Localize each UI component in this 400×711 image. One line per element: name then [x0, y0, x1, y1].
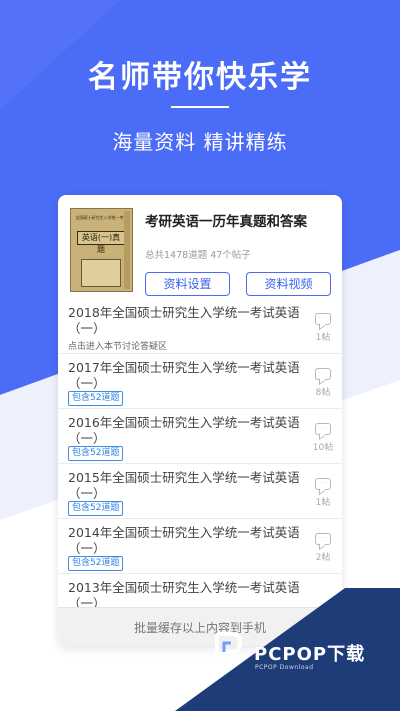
material-settings-button[interactable]: 资料设置 [145, 272, 230, 296]
list-item[interactable]: 2015年全国硕士研究生入学统一考试英语（一） 包含52道题 ··· 1帖 [58, 464, 342, 519]
post-count: 1帖 [315, 498, 331, 508]
list-item-title: 2018年全国硕士研究生入学统一考试英语（一） [68, 305, 300, 336]
watermark-subtitle: PCPOP Download [255, 664, 314, 671]
post-count: 1帖 [315, 333, 331, 343]
question-count-badge: 包含52道题 [68, 391, 124, 406]
list-item[interactable]: 2016年全国硕士研究生入学统一考试英语（一） 包含52道题 ··· 10帖 [58, 409, 342, 464]
material-card: 全国硕士研究生入学统一考试 英语(一)真题 考研英语一历年真题和答案 总共147… [58, 195, 342, 646]
question-count-badge: 包含52道题 [68, 446, 124, 461]
pcpop-logo-icon [215, 632, 243, 669]
material-video-button[interactable]: 资料视频 [246, 272, 331, 296]
question-count-badge: 包含52道题 [68, 501, 124, 516]
hero-divider [171, 106, 229, 108]
watermark-brand: PCPOP下载 [254, 644, 366, 665]
comment-icon[interactable]: ··· [315, 368, 331, 380]
list-item-title: 2014年全国硕士研究生入学统一考试英语（一） [68, 525, 300, 556]
post-count: 8帖 [315, 388, 331, 398]
list-item-title: 2016年全国硕士研究生入学统一考试英语（一） [68, 415, 300, 446]
comment-icon[interactable]: ··· [315, 313, 331, 325]
list-item-hint: 点击进入本节讨论答疑区 [68, 342, 168, 352]
list-item[interactable]: 2017年全国硕士研究生入学统一考试英语（一） 包含52道题 ··· 8帖 [58, 354, 342, 409]
list-item[interactable]: 2018年全国硕士研究生入学统一考试英语（一） 点击进入本节讨论答疑区 ··· … [58, 299, 342, 354]
card-meta: 总共1478道题 47个帖子 [145, 250, 251, 261]
list-item[interactable]: 2014年全国硕士研究生入学统一考试英语（一） 包含52道题 ··· 2帖 [58, 519, 342, 574]
comment-icon[interactable]: ··· [315, 423, 331, 435]
post-count: 2帖 [315, 553, 331, 563]
comment-icon[interactable]: ··· [315, 533, 331, 545]
book-spine [124, 211, 130, 289]
list-item-title: 2017年全国硕士研究生入学统一考试英语（一） [68, 360, 300, 391]
book-cover-image: 全国硕士研究生入学统一考试 英语(一)真题 [70, 208, 133, 292]
book-cover-title: 英语(一)真题 [77, 231, 125, 254]
comment-icon[interactable]: ··· [315, 478, 331, 490]
hero-title: 名师带你快乐学 [88, 60, 312, 95]
list-item-title: 2015年全国硕士研究生入学统一考试英语（一） [68, 470, 300, 501]
post-count: 10帖 [312, 443, 334, 453]
question-count-badge: 包含52道题 [68, 556, 124, 571]
book-cover-top-text: 全国硕士研究生入学统一考试 [75, 215, 128, 220]
hero-subtitle: 海量资料 精讲精练 [112, 130, 288, 154]
batch-cache-label: 批量缓存以上内容到手机 [133, 621, 266, 635]
book-cover-box [81, 259, 121, 287]
card-title: 考研英语一历年真题和答案 [145, 214, 307, 230]
